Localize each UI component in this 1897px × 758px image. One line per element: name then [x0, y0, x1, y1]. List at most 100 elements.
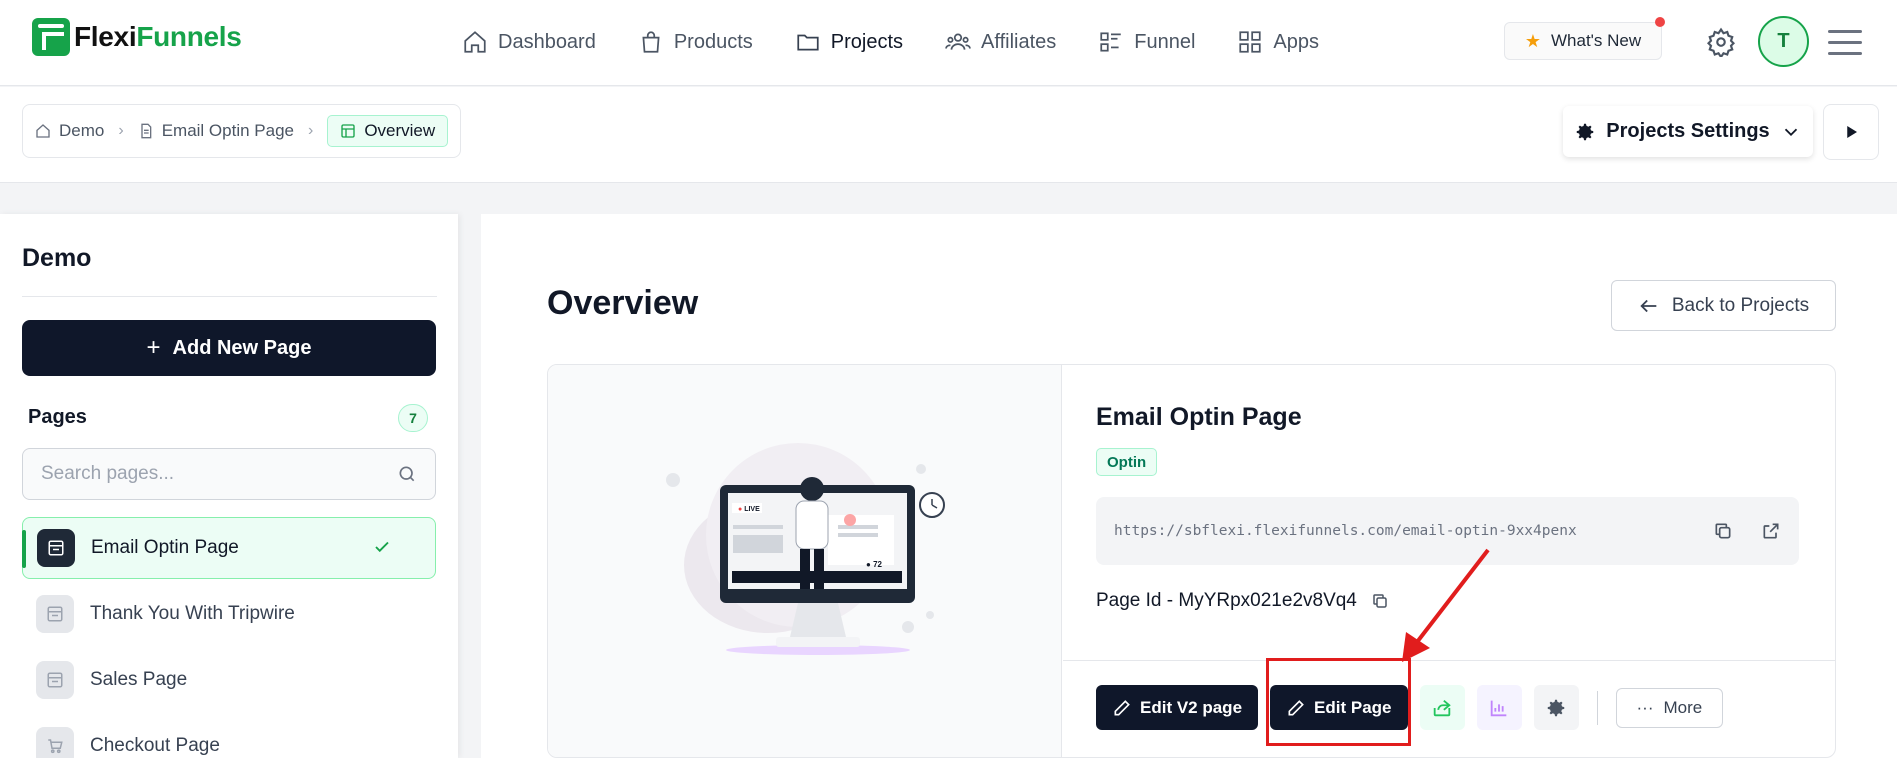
nav-label: Products [673, 30, 753, 53]
nav-affiliates[interactable]: Affiliates [945, 22, 1056, 62]
share-button[interactable] [1419, 685, 1465, 730]
edit-icon [1114, 699, 1130, 715]
breadcrumb-bar: Demo › Email Optin Page › Overview Proje… [0, 87, 1897, 183]
breadcrumb-label: Demo [59, 121, 105, 140]
logo-text: FlexiFunnels [74, 21, 242, 52]
nav-products[interactable]: Products [638, 22, 753, 62]
live-presentation-illustration: ● LIVE ● 72 [666, 443, 945, 655]
chevron-right-icon: › [118, 122, 124, 139]
breadcrumb-label: Overview [364, 121, 436, 140]
layout-icon [341, 124, 355, 138]
arrow-left-icon [1640, 299, 1657, 312]
share-icon [1433, 699, 1451, 716]
gear-icon [1547, 699, 1565, 716]
home-icon [36, 124, 50, 138]
check-icon [375, 541, 389, 553]
search-pages-field[interactable] [22, 448, 436, 500]
nav-label: Affiliates [981, 30, 1057, 53]
page-layout-icon [37, 529, 75, 567]
copy-icon[interactable] [1713, 521, 1733, 541]
page-card: ● LIVE ● 72 Email Optin Page Optin https… [547, 364, 1836, 758]
funnel-icon [1100, 32, 1122, 52]
more-dots-icon: ··· [1636, 697, 1654, 717]
breadcrumb-item-demo[interactable]: Demo [35, 121, 104, 141]
flexifunnels-logo[interactable]: FlexiFunnels [32, 18, 242, 56]
nav-label: Funnel [1134, 30, 1196, 53]
page-preview[interactable]: ● LIVE ● 72 [548, 365, 1062, 757]
page-layout-icon [36, 595, 74, 633]
projects-settings-label: Projects Settings [1606, 120, 1770, 142]
divider [22, 296, 437, 297]
nav-funnel[interactable]: Funnel [1098, 22, 1195, 62]
nav-dashboard[interactable]: Dashboard [462, 22, 596, 62]
svg-text:● 72: ● 72 [866, 560, 883, 569]
page-list-item[interactable]: Sales Page [22, 649, 436, 711]
project-title: Demo [22, 244, 92, 272]
page-list: Email Optin Page Thank You With Tripwire… [22, 517, 436, 758]
play-icon [1847, 126, 1857, 138]
page-layout-icon [36, 661, 74, 699]
add-new-page-button[interactable]: + Add New Page [22, 320, 436, 376]
whats-new-button[interactable]: ★ What's New [1504, 22, 1662, 60]
page-settings-button[interactable] [1533, 685, 1579, 730]
page-title: Overview [547, 284, 699, 322]
whats-new-label: What's New [1550, 31, 1642, 50]
nav-label: Apps [1273, 30, 1320, 53]
page-name: Checkout Page [90, 735, 220, 756]
breadcrumb: Demo › Email Optin Page › Overview [22, 104, 462, 158]
search-icon[interactable] [397, 464, 417, 484]
preview-play-button[interactable] [1823, 104, 1879, 160]
sparkle-icon: ★ [1524, 30, 1541, 51]
chevron-down-icon [1784, 128, 1797, 136]
nav-apps[interactable]: Apps [1237, 22, 1319, 62]
page-name-heading: Email Optin Page [1096, 403, 1302, 431]
page-name: Sales Page [90, 669, 188, 690]
svg-text:● LIVE: ● LIVE [738, 506, 760, 513]
pages-heading: Pages [28, 406, 87, 428]
search-input[interactable] [41, 463, 397, 485]
page-list-item[interactable]: Email Optin Page [22, 517, 436, 579]
page-id-text: Page Id - MyYRpx021e2v8Vq4 [1096, 590, 1357, 611]
document-icon [141, 123, 152, 139]
overview-panel: Overview Back to Projects ● LIVE ● 72 Em… [481, 214, 1897, 758]
divider [1596, 690, 1598, 725]
logo-mark-icon [32, 18, 70, 56]
page-url[interactable]: https://sbflexi.flexifunnels.com/email-o… [1114, 523, 1685, 539]
edit-v2-page-button[interactable]: Edit V2 page [1096, 685, 1259, 730]
hamburger-menu-icon[interactable] [1828, 30, 1862, 56]
nav-label: Dashboard [498, 30, 596, 53]
main-nav: Dashboard Products Projects Affiliates F… [462, 22, 1319, 62]
folder-icon [797, 34, 819, 51]
more-button[interactable]: ··· More [1615, 687, 1724, 728]
bar-chart-icon [1490, 700, 1507, 716]
annotation-arrow [1402, 548, 1490, 662]
nav-projects[interactable]: Projects [795, 22, 903, 62]
button-label: More [1663, 697, 1703, 717]
user-avatar[interactable]: T [1758, 16, 1809, 67]
users-icon [945, 33, 971, 50]
back-to-projects-button[interactable]: Back to Projects [1611, 280, 1836, 331]
projects-settings-button[interactable]: Projects Settings [1563, 106, 1813, 157]
breadcrumb-item-overview[interactable]: Overview [327, 115, 449, 147]
cart-icon [36, 727, 74, 758]
back-label: Back to Projects [1671, 294, 1810, 316]
analytics-button[interactable] [1476, 685, 1522, 730]
gear-icon [1577, 123, 1594, 140]
page-list-item[interactable]: Thank You With Tripwire [22, 583, 436, 645]
highlight-box [1266, 658, 1411, 746]
plus-icon: + [146, 334, 161, 361]
breadcrumb-label: Email Optin Page [161, 121, 294, 140]
page-list-item[interactable]: Checkout Page [22, 715, 436, 758]
page-name: Email Optin Page [91, 537, 239, 558]
top-navbar: FlexiFunnels Dashboard Products Projects… [0, 0, 1897, 86]
breadcrumb-item-page[interactable]: Email Optin Page [138, 121, 294, 141]
page-id-row: Page Id - MyYRpx021e2v8Vq4 [1096, 590, 1389, 612]
pages-sidebar: Demo + Add New Page Pages 7 Email Optin … [0, 214, 458, 758]
notification-dot [1655, 17, 1665, 27]
settings-gear-icon[interactable] [1706, 27, 1736, 57]
nav-label: Projects [830, 30, 904, 53]
add-page-label: Add New Page [172, 336, 312, 359]
page-type-badge: Optin [1096, 448, 1158, 476]
external-link-icon[interactable] [1761, 521, 1781, 541]
page-name: Thank You With Tripwire [90, 603, 295, 624]
